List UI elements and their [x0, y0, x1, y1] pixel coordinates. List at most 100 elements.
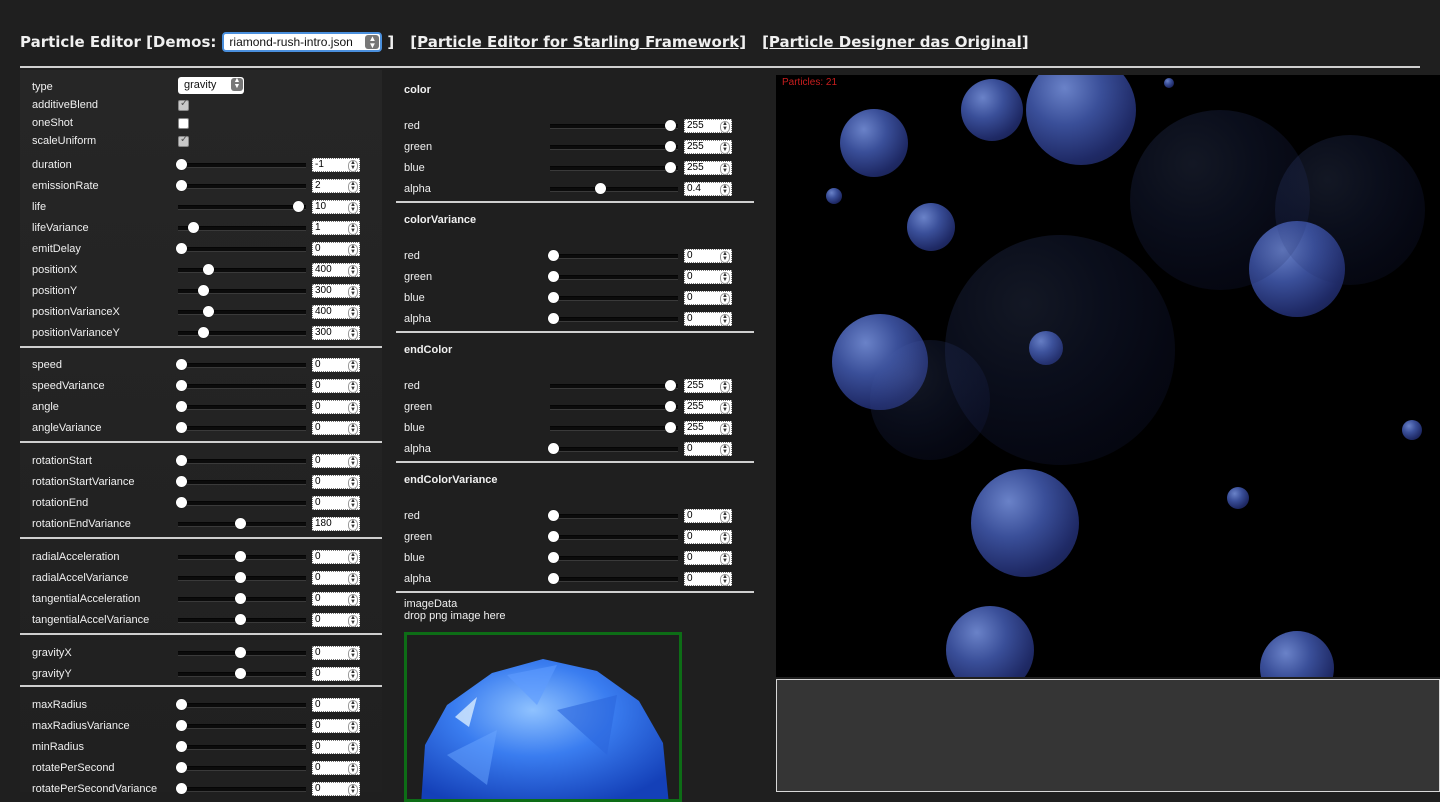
endColorVariance-red-input[interactable]: 0 ▲ ▼	[684, 509, 732, 523]
minRadius-slider-thumb[interactable]	[176, 741, 187, 752]
maxRadiusVariance-input[interactable]: 0 ▲ ▼	[312, 719, 360, 733]
endColorVariance-blue-slider[interactable]	[550, 556, 678, 561]
endColor-blue-slider[interactable]	[550, 426, 678, 431]
positionX-input[interactable]: 400 ▲ ▼	[312, 263, 360, 277]
positionVarianceX-input[interactable]: 400 ▲ ▼	[312, 305, 360, 319]
positionX-slider-thumb[interactable]	[202, 264, 214, 275]
emissionRate-input[interactable]: 2 ▲ ▼	[312, 179, 360, 193]
starling-editor-link[interactable]: [Particle Editor for Starling Framework]	[410, 33, 746, 51]
rotationEndVariance-input[interactable]: 180 ▲ ▼	[312, 517, 360, 531]
speed-input[interactable]: 0 ▲ ▼	[312, 358, 360, 372]
maxRadius-input[interactable]: 0 ▲ ▼	[312, 698, 360, 712]
rotatePerSecondVariance-input[interactable]: 0 ▲ ▼	[312, 782, 360, 796]
colorVariance-green-input[interactable]: 0 ▲ ▼	[684, 270, 732, 284]
positionVarianceY-slider-thumb[interactable]	[198, 327, 210, 338]
endColorVariance-red-slider[interactable]	[550, 514, 678, 519]
demo-select[interactable]: riamond-rush-intro.json ▲ ▼	[222, 32, 383, 52]
endColor-green-slider-thumb[interactable]	[665, 401, 676, 412]
duration-slider[interactable]	[178, 163, 306, 168]
tangentialAccelVariance-slider-thumb[interactable]	[234, 614, 246, 625]
angleVariance-slider[interactable]	[178, 426, 306, 431]
rotationEnd-input[interactable]: 0 ▲ ▼	[312, 496, 360, 510]
speedVariance-slider[interactable]	[178, 384, 306, 389]
endColorVariance-red-slider-thumb[interactable]	[548, 510, 559, 521]
color-green-input[interactable]: 255 ▲ ▼	[684, 140, 732, 154]
color-alpha-slider-thumb[interactable]	[594, 183, 606, 194]
color-red-input[interactable]: 255 ▲ ▼	[684, 119, 732, 133]
colorVariance-green-slider[interactable]	[550, 275, 678, 280]
radialAcceleration-input[interactable]: 0 ▲ ▼	[312, 550, 360, 564]
endColor-alpha-slider-thumb[interactable]	[548, 443, 559, 454]
speedVariance-input[interactable]: 0 ▲ ▼	[312, 379, 360, 393]
positionY-slider[interactable]	[178, 289, 306, 294]
positionVarianceX-slider-thumb[interactable]	[202, 306, 214, 317]
radialAcceleration-slider-thumb[interactable]	[234, 551, 246, 562]
additiveBlend-checkbox[interactable]	[178, 98, 189, 111]
rotatePerSecond-slider-thumb[interactable]	[176, 762, 187, 773]
tangentialAcceleration-slider-thumb[interactable]	[234, 593, 246, 604]
scaleUniform-checkbox[interactable]	[178, 134, 189, 147]
rotationStartVariance-input[interactable]: 0 ▲ ▼	[312, 475, 360, 489]
maxRadiusVariance-slider-thumb[interactable]	[176, 720, 187, 731]
speed-slider-thumb[interactable]	[176, 359, 187, 370]
type-select[interactable]: gravity ▲ ▼	[178, 77, 244, 94]
rotationEnd-slider[interactable]	[178, 501, 306, 506]
color-blue-slider[interactable]	[550, 166, 678, 171]
radialAccelVariance-input[interactable]: 0 ▲ ▼	[312, 571, 360, 585]
speedVariance-slider-thumb[interactable]	[176, 380, 187, 391]
tangentialAcceleration-input[interactable]: 0 ▲ ▼	[312, 592, 360, 606]
emissionRate-slider[interactable]	[178, 184, 306, 189]
positionY-input[interactable]: 300 ▲ ▼	[312, 284, 360, 298]
colorVariance-green-slider-thumb[interactable]	[548, 271, 559, 282]
rotationEnd-slider-thumb[interactable]	[176, 497, 187, 508]
rotatePerSecond-input[interactable]: 0 ▲ ▼	[312, 761, 360, 775]
positionVarianceY-slider[interactable]	[178, 331, 306, 336]
life-slider-thumb[interactable]	[293, 201, 304, 212]
colorVariance-alpha-slider[interactable]	[550, 317, 678, 322]
colorVariance-alpha-slider-thumb[interactable]	[548, 313, 559, 324]
maxRadiusVariance-slider[interactable]	[178, 724, 306, 729]
endColor-red-slider-thumb[interactable]	[665, 380, 676, 391]
lifeVariance-slider-thumb[interactable]	[187, 222, 199, 233]
rotationStart-input[interactable]: 0 ▲ ▼	[312, 454, 360, 468]
minRadius-input[interactable]: 0 ▲ ▼	[312, 740, 360, 754]
endColor-green-slider[interactable]	[550, 405, 678, 410]
color-alpha-input[interactable]: 0.4 ▲ ▼	[684, 182, 732, 196]
emitDelay-slider[interactable]	[178, 247, 306, 252]
rotationStart-slider[interactable]	[178, 459, 306, 464]
colorVariance-red-slider-thumb[interactable]	[548, 250, 559, 261]
particle-designer-link[interactable]: [Particle Designer das Original]	[762, 33, 1029, 51]
colorVariance-blue-slider-thumb[interactable]	[548, 292, 559, 303]
gravityX-slider-thumb[interactable]	[234, 647, 246, 658]
colorVariance-blue-input[interactable]: 0 ▲ ▼	[684, 291, 732, 305]
oneShot-checkbox[interactable]	[178, 117, 189, 129]
positionVarianceX-slider[interactable]	[178, 310, 306, 315]
colorVariance-red-input[interactable]: 0 ▲ ▼	[684, 249, 732, 263]
endColorVariance-alpha-slider-thumb[interactable]	[548, 573, 559, 584]
endColor-red-input[interactable]: 255 ▲ ▼	[684, 379, 732, 393]
color-red-slider[interactable]	[550, 124, 678, 129]
minRadius-slider[interactable]	[178, 745, 306, 750]
endColorVariance-blue-slider-thumb[interactable]	[548, 552, 559, 563]
rotatePerSecondVariance-slider[interactable]	[178, 787, 306, 792]
color-blue-input[interactable]: 255 ▲ ▼	[684, 161, 732, 175]
gravityY-slider-thumb[interactable]	[234, 668, 246, 679]
colorVariance-alpha-input[interactable]: 0 ▲ ▼	[684, 312, 732, 326]
life-input[interactable]: 10 ▲ ▼	[312, 200, 360, 214]
gravityY-input[interactable]: 0 ▲ ▼	[312, 667, 360, 681]
endColorVariance-alpha-input[interactable]: 0 ▲ ▼	[684, 572, 732, 586]
angleVariance-slider-thumb[interactable]	[176, 422, 187, 433]
endColor-blue-input[interactable]: 255 ▲ ▼	[684, 421, 732, 435]
image-drop-zone[interactable]	[404, 632, 682, 802]
endColorVariance-blue-input[interactable]: 0 ▲ ▼	[684, 551, 732, 565]
rotationStartVariance-slider-thumb[interactable]	[176, 476, 187, 487]
endColor-blue-slider-thumb[interactable]	[665, 422, 676, 433]
color-green-slider[interactable]	[550, 145, 678, 150]
emissionRate-slider-thumb[interactable]	[176, 180, 187, 191]
emitDelay-input[interactable]: 0 ▲ ▼	[312, 242, 360, 256]
rotationEndVariance-slider-thumb[interactable]	[234, 518, 246, 529]
speed-slider[interactable]	[178, 363, 306, 368]
angle-input[interactable]: 0 ▲ ▼	[312, 400, 360, 414]
endColor-green-input[interactable]: 255 ▲ ▼	[684, 400, 732, 414]
angle-slider[interactable]	[178, 405, 306, 410]
